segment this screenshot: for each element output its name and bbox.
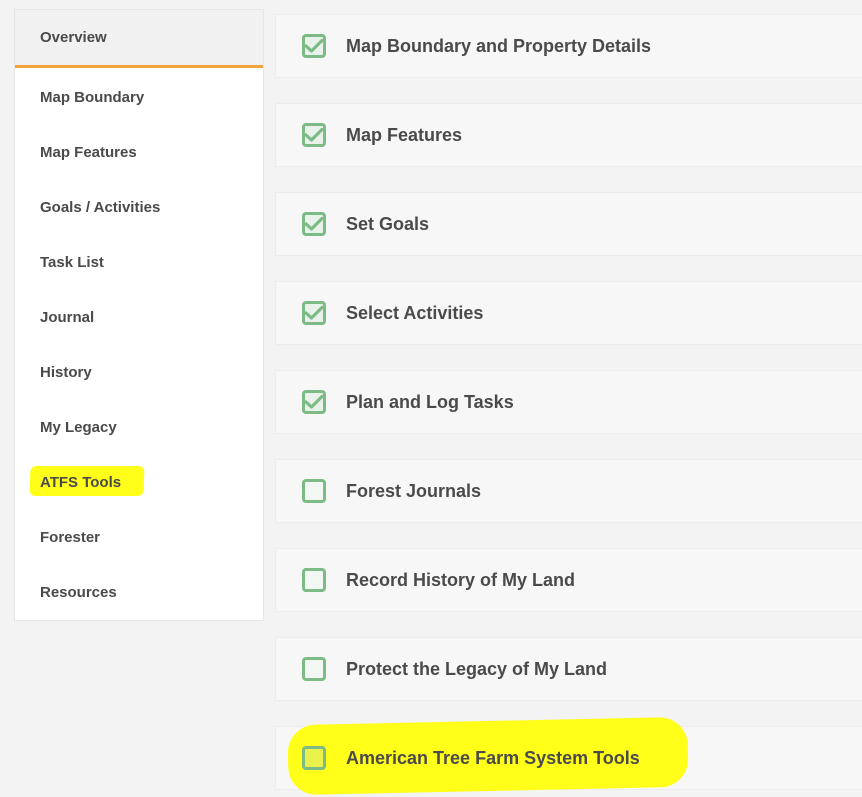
- sidebar-item-label: Forester: [40, 529, 101, 546]
- task-card-set-goals[interactable]: Set Goals: [275, 192, 862, 256]
- checked-checkbox-icon[interactable]: [302, 212, 326, 236]
- sidebar-item-label: Map Features: [40, 144, 137, 161]
- sidebar-item-resources[interactable]: Resources: [15, 565, 263, 620]
- sidebar-item-label: Journal: [40, 309, 95, 326]
- task-label: Protect the Legacy of My Land: [346, 658, 608, 679]
- task-label: Map Boundary and Property Details: [346, 35, 652, 56]
- unchecked-checkbox-icon[interactable]: [302, 568, 326, 592]
- task-label: Plan and Log Tasks: [346, 391, 514, 412]
- sidebar-item-label: History: [40, 364, 92, 381]
- task-card-map-features[interactable]: Map Features: [275, 103, 862, 167]
- sidebar-item-map-boundary[interactable]: Map Boundary: [15, 70, 263, 125]
- unchecked-checkbox-icon[interactable]: [302, 746, 326, 770]
- sidebar-item-forester[interactable]: Forester: [15, 510, 263, 565]
- task-card-plan-log-tasks[interactable]: Plan and Log Tasks: [275, 370, 862, 434]
- sidebar-item-label: Goals / Activities: [40, 199, 161, 216]
- task-card-atfs-tools[interactable]: American Tree Farm System Tools: [275, 716, 862, 796]
- checked-checkbox-icon[interactable]: [302, 301, 326, 325]
- sidebar-item-label: Map Boundary: [40, 89, 145, 106]
- task-label: Forest Journals: [346, 480, 482, 501]
- unchecked-checkbox-icon[interactable]: [302, 479, 326, 503]
- sidebar-item-my-legacy[interactable]: My Legacy: [15, 400, 263, 455]
- unchecked-checkbox-icon[interactable]: [302, 657, 326, 681]
- sidebar-item-atfs-tools[interactable]: ATFS Tools: [15, 455, 263, 510]
- sidebar-item-task-list[interactable]: Task List: [15, 235, 263, 290]
- sidebar-item-goals-activities[interactable]: Goals / Activities: [15, 180, 263, 235]
- checked-checkbox-icon[interactable]: [302, 390, 326, 414]
- checked-checkbox-icon[interactable]: [302, 123, 326, 147]
- task-card-record-history[interactable]: Record History of My Land: [275, 548, 862, 612]
- sidebar-nav: Overview Map Boundary Map Features Goals…: [15, 10, 263, 620]
- sidebar-item-journal[interactable]: Journal: [15, 290, 263, 345]
- task-card-map-boundary[interactable]: Map Boundary and Property Details: [275, 14, 862, 78]
- sidebar-item-label: Task List: [40, 254, 104, 271]
- sidebar-item-overview[interactable]: Overview: [15, 10, 263, 68]
- checked-checkbox-icon[interactable]: [302, 34, 326, 58]
- sidebar-item-map-features[interactable]: Map Features: [15, 125, 263, 180]
- task-label: American Tree Farm System Tools: [346, 747, 640, 768]
- task-card-protect-legacy[interactable]: Protect the Legacy of My Land: [275, 637, 862, 701]
- sidebar-item-label: Overview: [40, 29, 107, 46]
- sidebar-item-label: My Legacy: [40, 419, 117, 436]
- sidebar-item-label: Resources: [40, 584, 117, 601]
- task-card-forest-journals[interactable]: Forest Journals: [275, 459, 862, 523]
- task-label: Record History of My Land: [346, 569, 576, 590]
- task-label: Map Features: [346, 124, 463, 145]
- sidebar-item-history[interactable]: History: [15, 345, 263, 400]
- task-label: Select Activities: [346, 302, 484, 323]
- sidebar-item-label: ATFS Tools: [40, 474, 122, 491]
- task-card-select-activities[interactable]: Select Activities: [275, 281, 862, 345]
- task-label: Set Goals: [346, 213, 430, 234]
